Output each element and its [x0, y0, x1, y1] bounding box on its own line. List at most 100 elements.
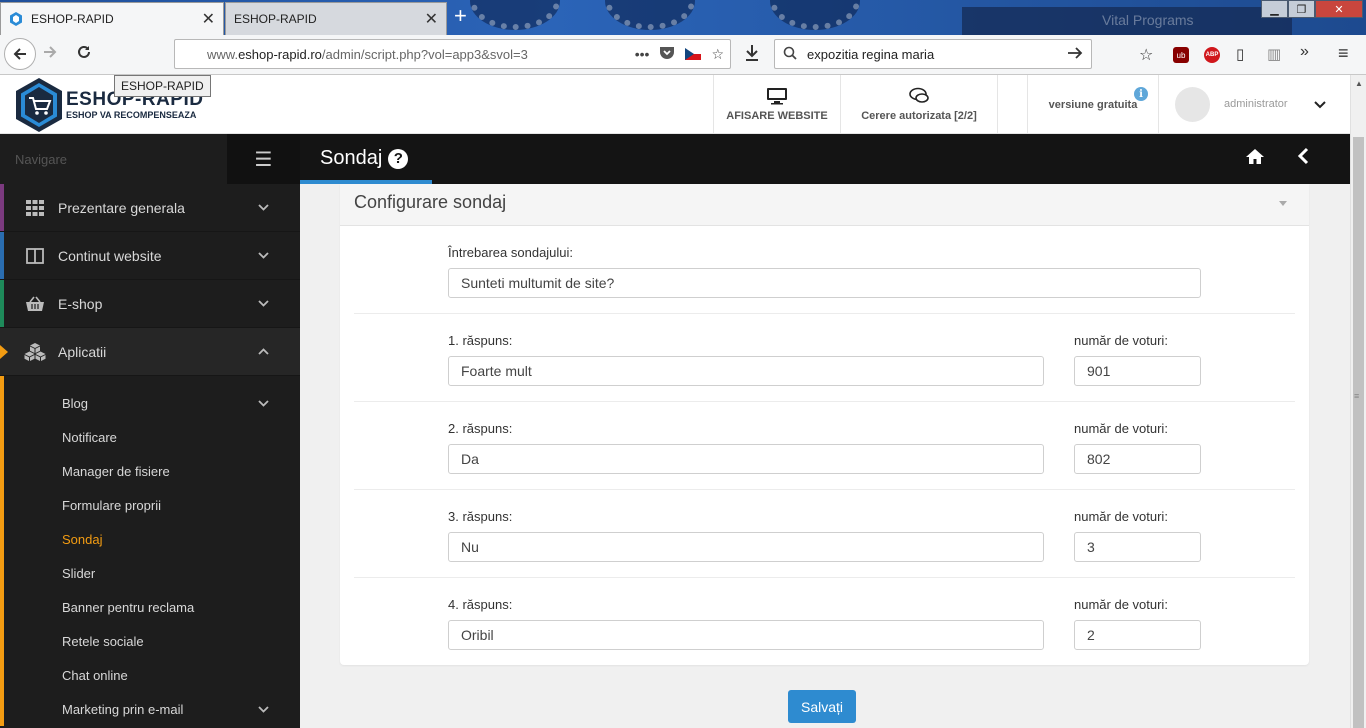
save-button[interactable]: Salvați: [788, 690, 856, 723]
collapse-caret-icon[interactable]: [1279, 201, 1287, 206]
background-decoration: [470, 0, 560, 30]
avatar: [1175, 86, 1210, 122]
site-favicon-icon: [9, 12, 23, 26]
submenu-item-social-networks[interactable]: Retele sociale: [0, 624, 300, 658]
answer-label: 1. răspuns:: [448, 333, 513, 348]
sidebar-item-applications[interactable]: Aplicatii: [0, 328, 300, 376]
close-window-button[interactable]: ✕: [1315, 0, 1363, 18]
sidebar-item-label: Aplicatii: [58, 343, 107, 360]
answer-row: 1. răspuns: număr de voturi:: [354, 314, 1295, 402]
answer-row: 4. răspuns: număr de voturi:: [354, 578, 1295, 666]
view-website-button[interactable]: AFISARE WEBSITE: [713, 75, 840, 133]
main-content: Configurare sondaj Întrebarea sondajului…: [300, 184, 1350, 728]
minimize-window-button[interactable]: ▁: [1261, 0, 1288, 18]
chevron-down-icon: [258, 200, 269, 214]
search-bar[interactable]: expozitia regina maria: [774, 39, 1092, 69]
background-decoration: [605, 0, 695, 30]
auth-requests-button[interactable]: Cerere autorizata [2/2]: [840, 75, 997, 133]
user-name: administrator: [1224, 98, 1288, 110]
submenu-item-label: Blog: [62, 395, 89, 411]
scroll-up-icon[interactable]: ▲: [1355, 79, 1363, 88]
submenu-item-poll[interactable]: Sondaj: [0, 522, 300, 556]
browser-tab-active[interactable]: ESHOP-RAPID ✕: [0, 2, 224, 35]
more-actions-icon[interactable]: •••: [635, 46, 650, 62]
forward-icon[interactable]: [42, 44, 58, 60]
submenu-item-file-manager[interactable]: Manager de fisiere: [0, 454, 300, 488]
chevron-down-icon: [1313, 96, 1326, 112]
hamburger-menu-icon[interactable]: ≡: [1338, 43, 1349, 64]
answer-input[interactable]: [448, 532, 1044, 562]
browser-tab[interactable]: ESHOP-RAPID ✕: [225, 2, 447, 35]
answer-input[interactable]: [448, 444, 1044, 474]
tab-title: ESHOP-RAPID: [31, 12, 114, 26]
votes-input[interactable]: [1074, 620, 1201, 650]
submenu-item-label: Manager de fisiere: [62, 463, 170, 479]
ublock-icon[interactable]: ub: [1173, 47, 1189, 63]
poll-config-panel: Configurare sondaj Întrebarea sondajului…: [340, 184, 1309, 665]
submenu-item-label: Slider: [62, 565, 96, 581]
answer-input[interactable]: [448, 356, 1044, 386]
sidebar-item-website-content[interactable]: Continut website: [0, 232, 300, 280]
pocket-icon[interactable]: [659, 46, 675, 63]
scrollbar-thumb[interactable]: [1353, 137, 1364, 728]
back-button[interactable]: [4, 38, 36, 70]
page-scrollbar[interactable]: ▲ ≡: [1350, 75, 1366, 728]
submenu-item-chat[interactable]: Chat online: [0, 658, 300, 692]
close-tab-icon[interactable]: ✕: [425, 9, 438, 29]
bookmark-star-icon[interactable]: ☆: [711, 46, 724, 63]
search-icon: [783, 46, 797, 63]
downloads-icon[interactable]: [744, 44, 760, 62]
panel-title: Configurare sondaj: [354, 192, 507, 212]
sidebar-item-eshop[interactable]: E-shop: [0, 280, 300, 328]
adblock-icon[interactable]: ABP: [1204, 47, 1220, 63]
overflow-menu-icon[interactable]: »: [1300, 43, 1309, 61]
submenu-item-label: Formulare proprii: [62, 497, 161, 513]
sidebar-toggle-button[interactable]: ☰: [227, 134, 300, 184]
votes-input[interactable]: [1074, 532, 1201, 562]
submenu-item-label: Chat online: [62, 667, 128, 683]
chevron-left-icon[interactable]: [1297, 147, 1309, 170]
help-icon[interactable]: ?: [388, 148, 409, 169]
submenu-item-slider[interactable]: Slider: [0, 556, 300, 590]
language-flag-icon[interactable]: [685, 48, 702, 60]
columns-icon: [24, 247, 46, 264]
basket-icon: [24, 296, 46, 312]
submenu-item-notifications[interactable]: Notificare: [0, 420, 300, 454]
panel-header[interactable]: Configurare sondaj: [340, 184, 1309, 226]
sidebar-toggle-icon[interactable]: ▯: [1236, 45, 1244, 63]
close-tab-icon[interactable]: ✕: [202, 9, 215, 29]
votes-input[interactable]: [1074, 356, 1201, 386]
info-icon[interactable]: i: [1134, 87, 1148, 101]
background-decoration: Vital Programs: [962, 7, 1292, 35]
header-spacer: [997, 75, 1027, 133]
color-bar: [0, 184, 4, 231]
new-tab-icon[interactable]: +: [454, 4, 467, 28]
submenu-item-ad-banner[interactable]: Banner pentru reclama: [0, 590, 300, 624]
page-title-bar: Sondaj ?: [300, 134, 1350, 184]
answer-label: 2. răspuns:: [448, 421, 513, 436]
answer-row: 2. răspuns: număr de voturi:: [354, 402, 1295, 490]
library-star-icon[interactable]: ☆: [1139, 45, 1153, 65]
user-menu[interactable]: administrator: [1158, 75, 1350, 133]
submenu-item-custom-forms[interactable]: Formulare proprii: [0, 488, 300, 522]
search-go-icon[interactable]: [1067, 46, 1083, 63]
question-input[interactable]: [448, 268, 1201, 298]
submenu-item-blog[interactable]: Blog: [0, 386, 300, 420]
chevron-down-icon: [258, 248, 269, 262]
color-bar: [0, 232, 4, 279]
sidebar-item-overview[interactable]: Prezentare generala: [0, 184, 300, 232]
votes-input[interactable]: [1074, 444, 1201, 474]
logo-tagline: ESHOP VA RECOMPENSEAZA: [66, 110, 197, 120]
reader-view-icon[interactable]: ▥: [1267, 45, 1281, 63]
submenu-item-email-marketing[interactable]: Marketing prin e-mail: [0, 692, 300, 726]
scrollbar-grip-icon: ≡: [1354, 391, 1360, 401]
maximize-window-button[interactable]: ❐: [1288, 0, 1315, 18]
home-icon[interactable]: [1245, 148, 1265, 170]
sidebar-item-label: Prezentare generala: [58, 199, 185, 216]
answer-input[interactable]: [448, 620, 1044, 650]
question-row: Întrebarea sondajului:: [354, 226, 1295, 314]
url-bar[interactable]: www.eshop-rapid.ro/admin/script.php?vol=…: [174, 39, 731, 69]
version-badge[interactable]: i versiune gratuita: [1027, 75, 1158, 133]
active-marker: [0, 345, 8, 359]
reload-icon[interactable]: [76, 44, 92, 60]
